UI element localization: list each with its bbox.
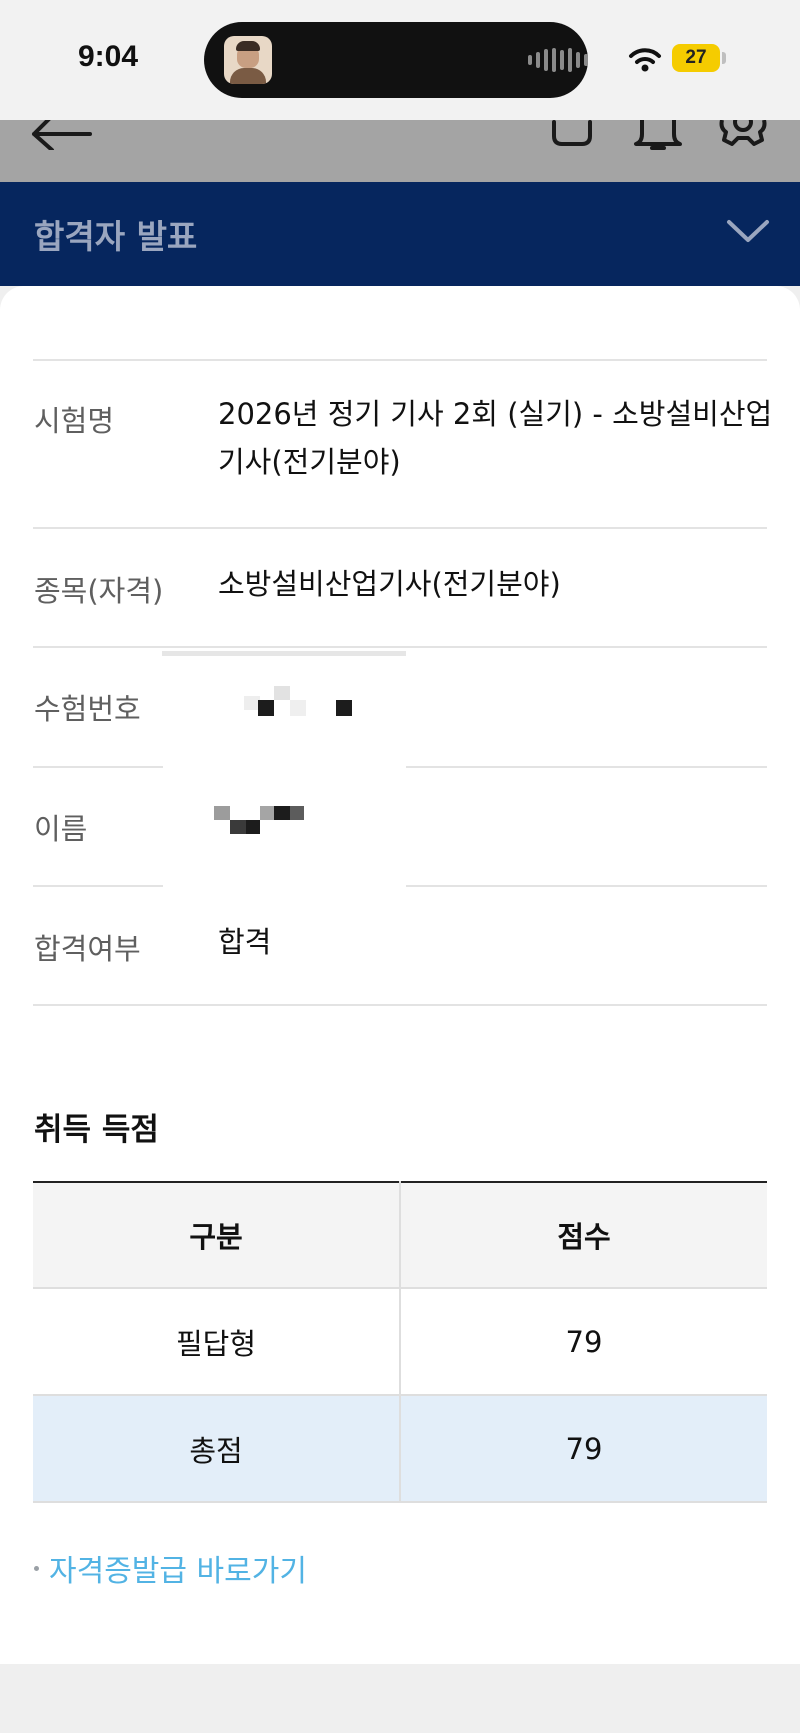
divider	[33, 646, 767, 648]
divider	[33, 766, 163, 768]
page-title: 합격자 발표	[34, 217, 198, 256]
chevron-down-icon[interactable]	[726, 218, 770, 244]
category-cell: 총점	[33, 1395, 401, 1503]
app-header	[0, 120, 800, 182]
gear-icon[interactable]	[716, 120, 770, 152]
battery-icon: 27	[672, 44, 720, 72]
audio-wave-icon	[528, 48, 588, 72]
column-header-category: 구분	[33, 1181, 401, 1289]
exam-name-value: 2026년 정기 기사 2회 (실기) - 소방설비산업기사(전기분야)	[218, 397, 773, 479]
name-label: 이름	[34, 812, 88, 846]
score-cell: 79	[400, 1288, 767, 1396]
score-cell: 79	[400, 1395, 767, 1503]
exam-name-label: 시험명	[34, 404, 115, 438]
back-arrow-icon[interactable]	[30, 120, 94, 150]
certificate-link[interactable]: 자격증발급 바로가기	[34, 1546, 307, 1590]
qualification-value: 소방설비산업기사(전기분야)	[218, 567, 561, 601]
bullet-icon	[34, 1565, 39, 1571]
page-banner: 합격자 발표	[0, 182, 800, 286]
avatar	[224, 36, 272, 84]
status-bar: 9:04 27	[0, 0, 800, 120]
divider	[33, 359, 767, 361]
dynamic-island[interactable]	[204, 22, 588, 98]
bell-icon[interactable]	[632, 120, 684, 150]
cart-icon[interactable]	[548, 120, 596, 148]
table-row: 필답형 79	[33, 1288, 767, 1396]
divider	[406, 766, 767, 768]
column-header-score: 점수	[400, 1181, 767, 1289]
pass-status-label: 합격여부	[34, 932, 141, 966]
candidate-number-label: 수험번호	[34, 692, 141, 726]
score-table: 구분 점수 필답형 79 총점 79	[33, 1181, 767, 1503]
certificate-link-label[interactable]: 자격증발급 바로가기	[49, 1546, 307, 1590]
qualification-label: 종목(자격)	[34, 574, 164, 608]
scores-section-title: 취득 득점	[34, 1112, 159, 1148]
table-row-total: 총점 79	[33, 1395, 767, 1503]
category-cell: 필답형	[33, 1288, 401, 1396]
status-time: 9:04	[78, 40, 139, 73]
battery-nub	[722, 52, 726, 64]
pass-status-value: 합격	[218, 925, 272, 959]
divider	[33, 885, 163, 887]
divider	[162, 651, 406, 656]
divider	[33, 527, 767, 529]
wifi-icon	[629, 48, 661, 72]
table-header-row: 구분 점수	[33, 1181, 767, 1289]
divider	[406, 885, 767, 887]
divider	[33, 1004, 767, 1006]
